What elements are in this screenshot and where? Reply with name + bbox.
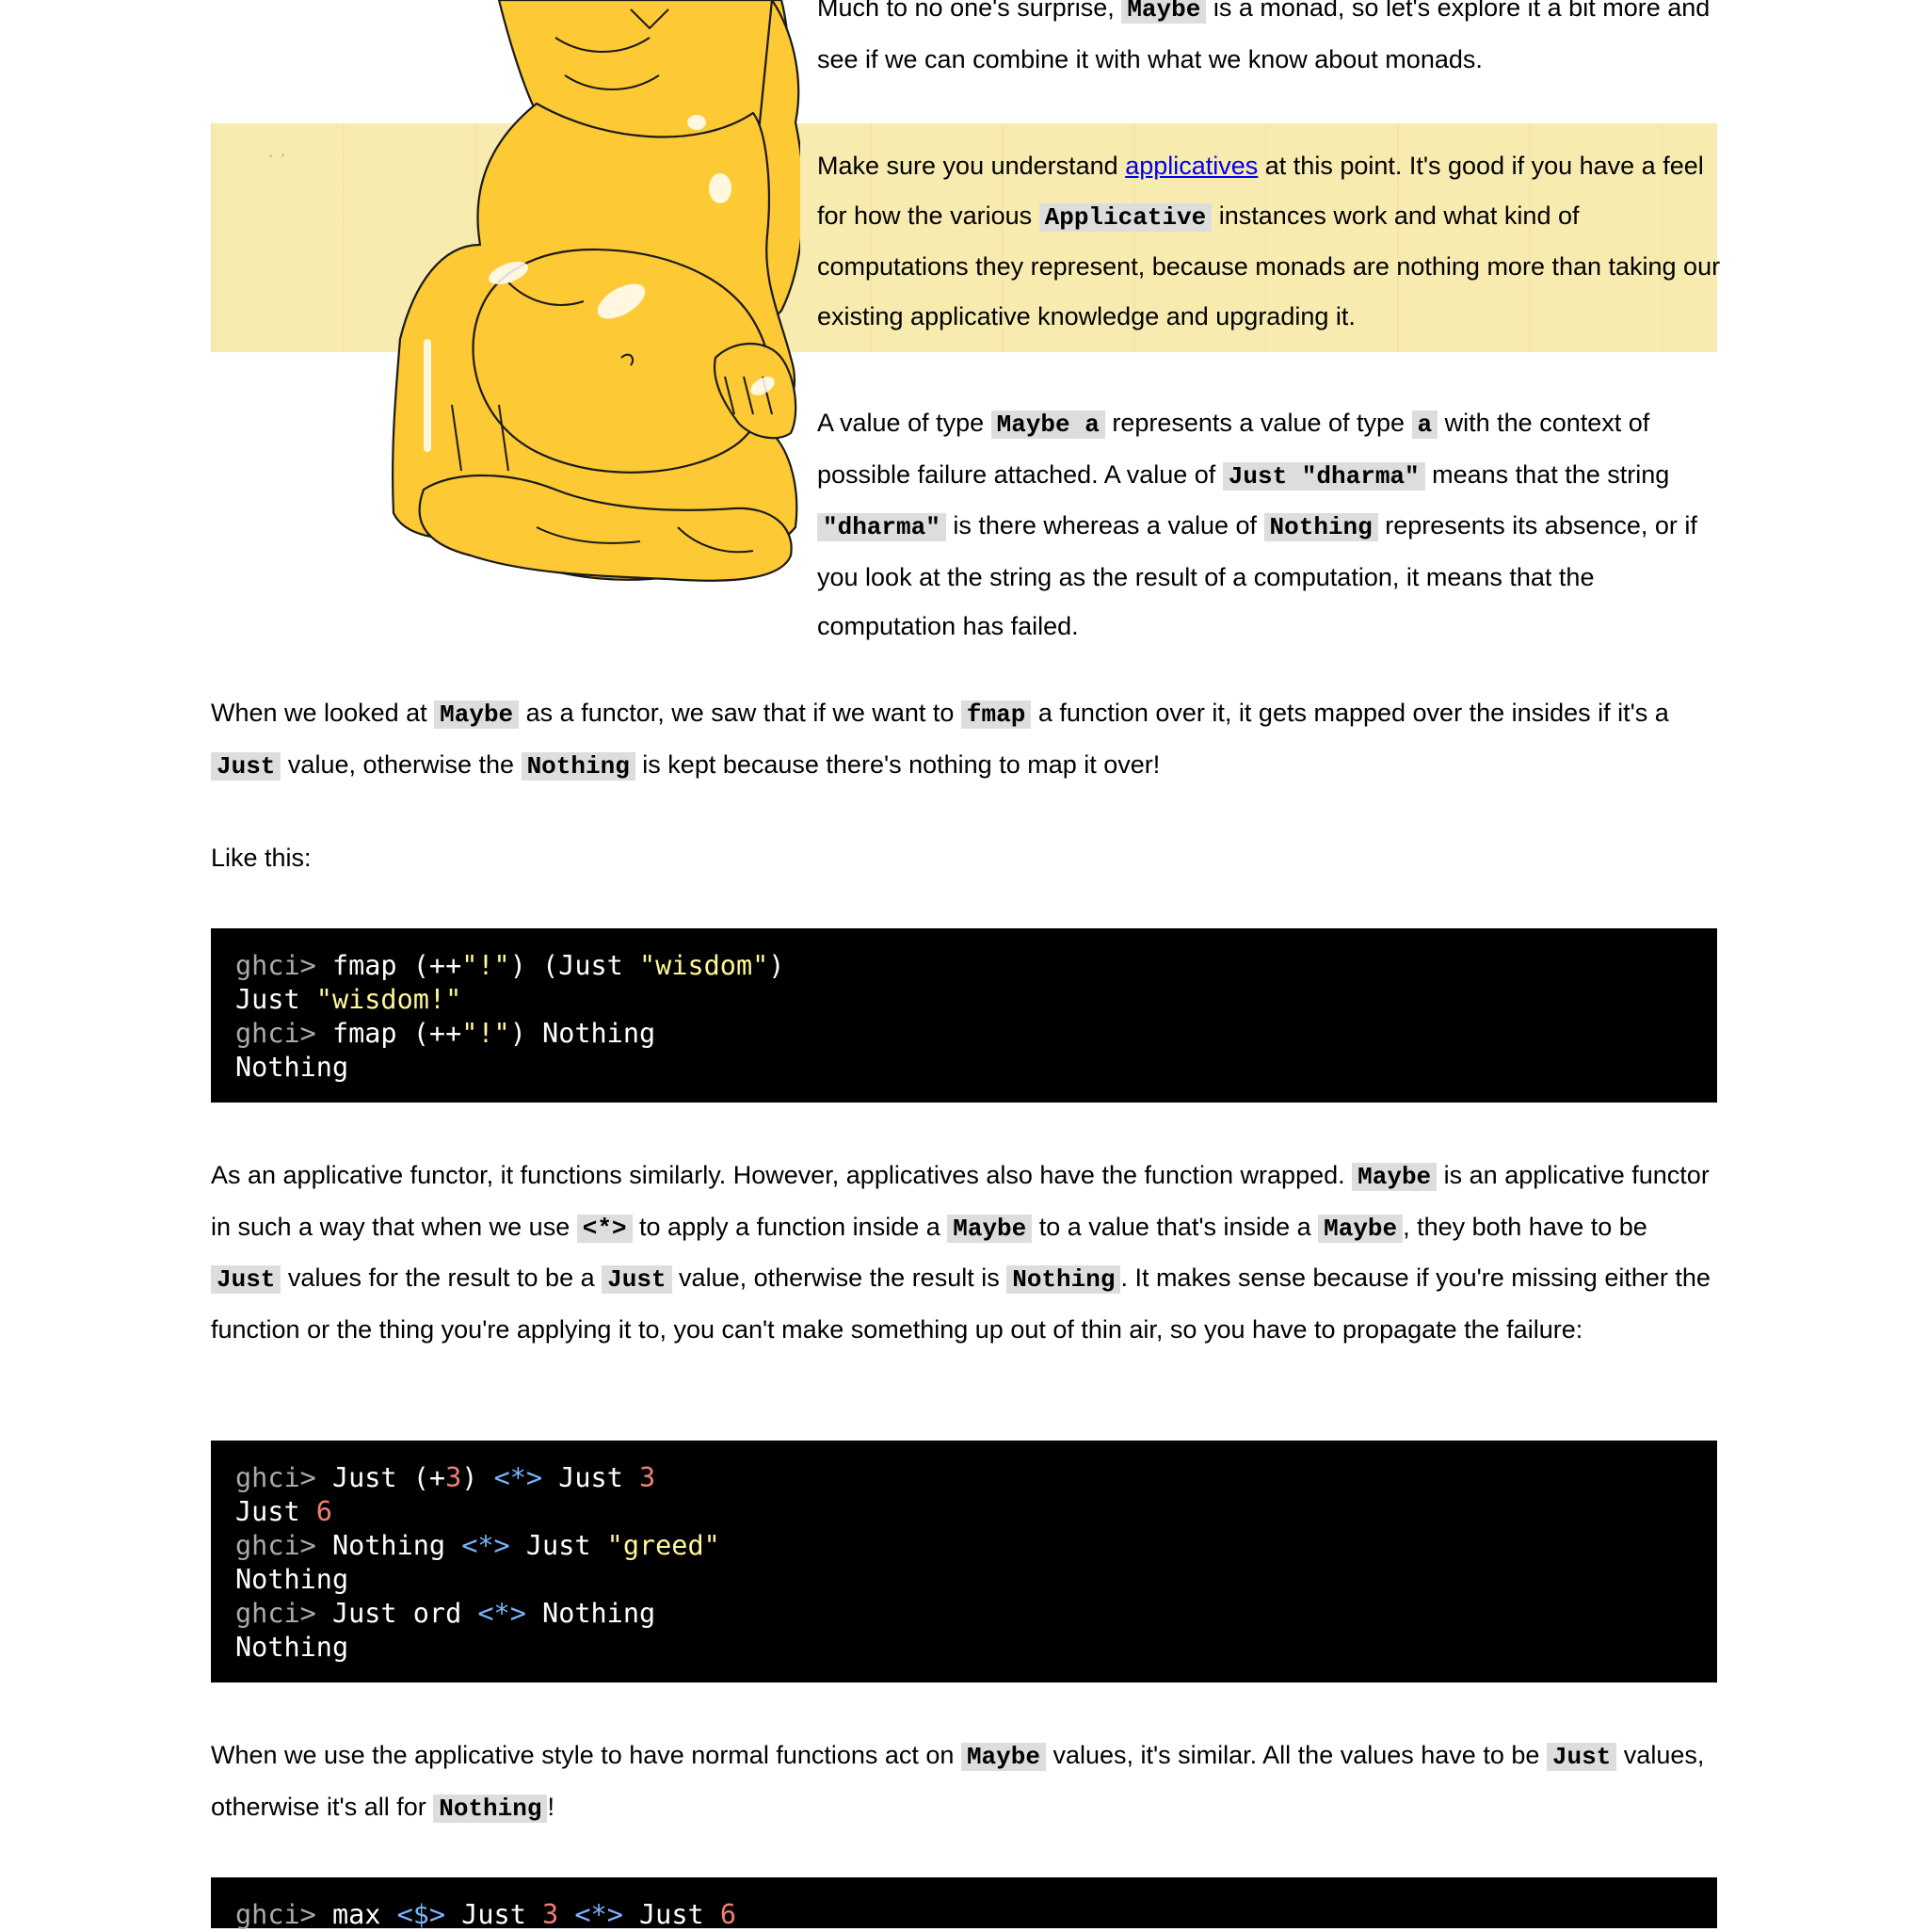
operator: <*> xyxy=(461,1530,510,1561)
inline-code: Nothing xyxy=(1263,513,1378,541)
text: When we looked at xyxy=(211,699,435,727)
code-text: Just xyxy=(509,1530,607,1561)
code-text: Just xyxy=(235,1496,316,1527)
text: to apply a function inside a xyxy=(632,1212,948,1241)
code-text: fmap (++ xyxy=(315,1018,462,1049)
code-text: Just xyxy=(445,1899,543,1930)
text: A value of type xyxy=(817,409,991,437)
prompt: ghci> xyxy=(235,1598,316,1629)
operator: <*> xyxy=(574,1899,623,1930)
inline-code: Just xyxy=(211,751,281,781)
number-literal: 3 xyxy=(639,1462,656,1493)
text: As an applicative functor, it functions … xyxy=(211,1161,1353,1189)
string-literal: "!" xyxy=(461,1018,510,1049)
text: as a functor, we saw that if we want to xyxy=(519,699,961,727)
code-text: ) (Just xyxy=(509,950,639,981)
code-block-ap: ghci> Just (+3) <*> Just 3 Just 6 ghci> … xyxy=(211,1441,1717,1682)
text: is there whereas a value of xyxy=(945,511,1264,539)
text: is kept because there's nothing to map i… xyxy=(635,749,1161,779)
text: values, it's similar. All the values hav… xyxy=(1045,1741,1547,1769)
intro-paragraph-1: Much to no one's surprise, Maybe is a mo… xyxy=(817,0,1721,84)
inline-code: Just xyxy=(602,1265,672,1294)
text: ! xyxy=(547,1792,554,1821)
string-literal: "wisdom" xyxy=(639,950,769,981)
prompt: ghci> xyxy=(235,1018,316,1049)
code-block-fmap-ap: ghci> max <$> Just 3 <*> Just 6 xyxy=(211,1877,1717,1930)
prompt: ghci> xyxy=(235,950,316,981)
text: values for the result to be a xyxy=(281,1264,602,1292)
number-literal: 6 xyxy=(719,1899,736,1930)
inline-code: Applicative xyxy=(1038,202,1213,232)
prompt: ghci> xyxy=(235,1899,316,1930)
operator: <$> xyxy=(396,1899,446,1930)
text: to a value that's inside a xyxy=(1032,1212,1319,1241)
functor-paragraph: When we looked at Maybe as a functor, we… xyxy=(211,688,1717,791)
inline-code: Maybe xyxy=(960,1743,1046,1771)
text: value, otherwise the result is xyxy=(671,1264,1007,1292)
code-text: Just xyxy=(622,1899,720,1930)
code-text: Just xyxy=(235,984,316,1015)
text: value, otherwise the xyxy=(281,749,522,779)
inline-code: Maybe a xyxy=(990,411,1105,439)
text: When we use the applicative style to hav… xyxy=(211,1741,961,1769)
inline-code: a xyxy=(1411,411,1438,439)
code-text: ) xyxy=(768,950,785,981)
inline-code: "dharma" xyxy=(817,513,946,541)
applicative-style-paragraph: When we use the applicative style to hav… xyxy=(211,1731,1717,1833)
intro-paragraph-2: Make sure you understand applicatives at… xyxy=(817,141,1721,341)
inline-code: Maybe xyxy=(434,700,520,729)
code-text: Just (+ xyxy=(315,1462,446,1493)
code-text: Nothing xyxy=(315,1530,462,1561)
inline-code: Nothing xyxy=(433,1794,548,1823)
applicative-paragraph: As an applicative functor, it functions … xyxy=(211,1151,1722,1354)
prompt: ghci> xyxy=(235,1462,316,1493)
code-text: Nothing xyxy=(235,1632,349,1663)
code-text: Just xyxy=(542,1462,640,1493)
prompt: ghci> xyxy=(235,1530,316,1561)
string-literal: "wisdom!" xyxy=(315,984,462,1015)
code-text: Nothing xyxy=(235,1564,349,1595)
laughing-buddha-illustration xyxy=(391,0,800,582)
code-block-fmap: ghci> fmap (++"!") (Just "wisdom") Just … xyxy=(211,928,1717,1103)
inline-code: Just xyxy=(211,1265,281,1294)
code-text: fmap (++ xyxy=(315,950,462,981)
string-literal: "!" xyxy=(461,950,510,981)
number-literal: 3 xyxy=(445,1462,462,1493)
code-text: max xyxy=(315,1899,397,1930)
inline-code: <*> xyxy=(576,1214,633,1243)
inline-code: Just "dharma" xyxy=(1222,461,1425,491)
code-text: Just ord xyxy=(315,1598,478,1629)
code-text: Nothing xyxy=(525,1598,656,1629)
operator: <*> xyxy=(477,1598,526,1629)
inline-code: Just xyxy=(1546,1743,1617,1771)
code-text: Nothing xyxy=(235,1052,349,1083)
text: Much to no one's surprise, xyxy=(817,0,1122,22)
code-text: ) Nothing xyxy=(509,1018,656,1049)
inline-code: Maybe xyxy=(1352,1163,1438,1191)
text: means that the string xyxy=(1424,459,1670,489)
text: Like this: xyxy=(211,844,312,872)
like-this-text: Like this: xyxy=(211,833,312,883)
text: represents a value of type xyxy=(1104,409,1412,437)
inline-code: Maybe xyxy=(947,1214,1033,1243)
number-literal: 3 xyxy=(542,1899,559,1930)
inline-code: Maybe xyxy=(1318,1214,1404,1243)
text: Make sure you understand xyxy=(817,152,1126,180)
inline-code: Nothing xyxy=(1006,1265,1121,1294)
applicatives-link[interactable]: applicatives xyxy=(1125,152,1258,180)
inline-code: Nothing xyxy=(521,751,635,781)
text: , they both have to be xyxy=(1403,1212,1647,1241)
intro-paragraph-3: A value of type Maybe a represents a val… xyxy=(817,398,1721,652)
string-literal: "greed" xyxy=(606,1530,720,1561)
number-literal: 6 xyxy=(315,1496,332,1527)
operator: <*> xyxy=(493,1462,543,1493)
code-text: ) xyxy=(461,1462,494,1493)
text: a function over it, it gets mapped over … xyxy=(1031,699,1669,727)
inline-code: Maybe xyxy=(1121,0,1207,24)
inline-code: fmap xyxy=(960,700,1032,729)
